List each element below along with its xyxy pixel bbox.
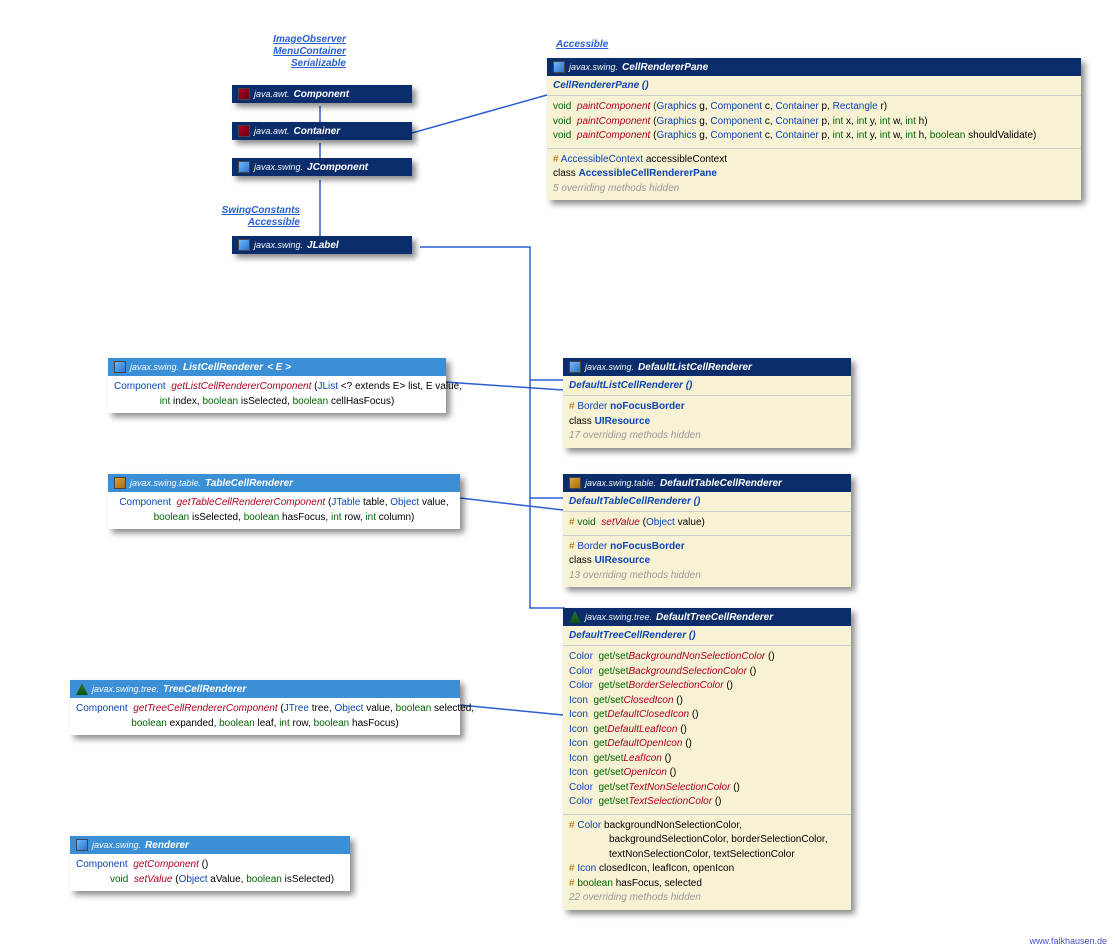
watermark: www.falkhausen.de — [1029, 936, 1107, 946]
class-icon — [553, 61, 565, 73]
interface-tags-jlabel: SwingConstants Accessible — [180, 205, 300, 229]
class-defaultlistcellrenderer[interactable]: javax.swing.DefaultListCellRenderer Defa… — [563, 358, 851, 448]
class-icon — [238, 161, 250, 173]
interface-icon — [76, 839, 88, 851]
dtreecr-methods: Color get/setBackgroundNonSelectionColor… — [563, 645, 851, 814]
interface-tablecellrenderer[interactable]: javax.swing.table.TableCellRenderer Comp… — [108, 474, 460, 529]
class-icon — [238, 125, 250, 137]
args: (Graphics g, Component c, Container p, R… — [653, 101, 887, 112]
class-defaulttreecellrenderer[interactable]: javax.swing.tree.DefaultTreeCellRenderer… — [563, 608, 851, 910]
interface-listcellrenderer[interactable]: javax.swing.ListCellRenderer< E > Compon… — [108, 358, 446, 413]
interface-icon — [114, 477, 126, 489]
interface-accessible-top: Accessible — [556, 39, 626, 51]
interface-renderer[interactable]: javax.swing.Renderer Component getCompon… — [70, 836, 350, 891]
class-container[interactable]: java.awt.Container — [232, 122, 412, 140]
interface-treecellrenderer[interactable]: javax.swing.tree.TreeCellRenderer Compon… — [70, 680, 460, 735]
interface-icon — [114, 361, 126, 373]
interface-accessible[interactable]: Accessible — [556, 39, 626, 51]
diagram-canvas: ImageObserver MenuContainer Serializable… — [0, 0, 1115, 948]
class-component[interactable]: java.awt.Component — [232, 85, 412, 103]
class-jlabel[interactable]: javax.swing.JLabel — [232, 236, 412, 254]
interface-imageobserver[interactable]: ImageObserver — [226, 34, 346, 46]
interface-menucontainer[interactable]: MenuContainer — [226, 46, 346, 58]
tree-icon — [569, 611, 581, 623]
class-icon — [238, 239, 250, 251]
interface-accessible2[interactable]: Accessible — [180, 217, 300, 229]
class-cellrendererpane[interactable]: javax.swing.CellRendererPane CellRendere… — [547, 58, 1081, 200]
class-defaulttablecellrenderer[interactable]: javax.swing.table.DefaultTableCellRender… — [563, 474, 851, 587]
tree-icon — [76, 683, 88, 695]
class-jcomponent[interactable]: javax.swing.JComponent — [232, 158, 412, 176]
interface-serializable[interactable]: Serializable — [226, 58, 346, 70]
ctor: CellRendererPane () — [553, 80, 649, 91]
class-icon — [569, 361, 581, 373]
interface-tags-top: ImageObserver MenuContainer Serializable — [226, 34, 346, 70]
interface-swingconstants[interactable]: SwingConstants — [180, 205, 300, 217]
class-icon — [238, 88, 250, 100]
class-icon — [569, 477, 581, 489]
